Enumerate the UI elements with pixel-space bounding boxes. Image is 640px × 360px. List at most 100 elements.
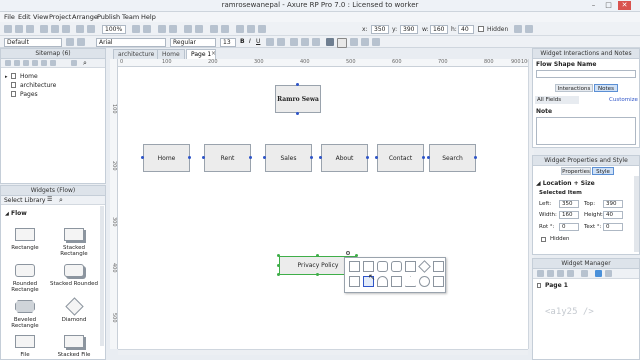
hidden-checkbox[interactable]	[541, 237, 546, 242]
w-input[interactable]: 160	[430, 25, 448, 34]
tab-interactions[interactable]: Interactions	[555, 84, 593, 92]
align-icon[interactable]	[210, 25, 218, 33]
delete-page-icon[interactable]	[71, 60, 77, 66]
top-input[interactable]: 390	[603, 200, 623, 208]
menu-edit[interactable]: Edit	[18, 13, 31, 21]
open-icon[interactable]	[15, 25, 23, 33]
shape-bracket[interactable]	[377, 276, 388, 287]
shape-ellipse[interactable]	[419, 276, 430, 287]
shape-picker-toggle[interactable]	[346, 251, 350, 255]
menu-publish[interactable]: Publish	[97, 13, 120, 21]
widget-rounded-rectangle[interactable]: Rounded Rectangle	[1, 264, 49, 293]
align-center-icon[interactable]	[301, 38, 309, 46]
close-icon[interactable]: ✕	[618, 1, 631, 10]
move-up-icon[interactable]	[557, 270, 564, 277]
library-menu-icon[interactable]: ☰	[47, 196, 52, 203]
line-pattern-icon[interactable]	[361, 38, 369, 46]
outdent-icon[interactable]	[50, 60, 56, 66]
distribute-icon[interactable]	[221, 25, 229, 33]
x-input[interactable]: 350	[371, 25, 389, 34]
shape-stacked[interactable]	[363, 261, 374, 272]
bring-front-icon[interactable]	[184, 25, 192, 33]
widget-stacked-rounded[interactable]: Stacked Rounded	[50, 264, 98, 287]
menu-file[interactable]: File	[4, 13, 15, 21]
canvas-horizontal-scrollbar[interactable]	[118, 349, 528, 355]
shape-trapezoid[interactable]	[391, 276, 402, 287]
arrow-style-icon[interactable]	[372, 38, 380, 46]
save-icon[interactable]	[26, 25, 34, 33]
format-painter-icon[interactable]	[77, 38, 85, 46]
underline-icon[interactable]: U	[256, 38, 260, 45]
menu-help[interactable]: Help	[141, 13, 156, 21]
move-down-icon[interactable]	[32, 60, 38, 66]
shape-beveled[interactable]	[405, 261, 416, 272]
customize-link[interactable]: Customize	[609, 97, 638, 103]
paste-icon[interactable]	[62, 25, 70, 33]
publish-icon[interactable]	[258, 25, 266, 33]
width-input[interactable]: 160	[559, 211, 579, 219]
widgets-scrollbar[interactable]	[100, 206, 104, 346]
forward-icon[interactable]	[525, 25, 533, 33]
back-icon[interactable]	[514, 25, 522, 33]
tab-architecture[interactable]: architecture	[113, 49, 160, 59]
send-back-icon[interactable]	[195, 25, 203, 33]
sitemap-item-home[interactable]: Home	[20, 73, 38, 80]
fields-select[interactable]: All Fields	[535, 96, 579, 104]
widget-stacked-file[interactable]: Stacked File	[50, 335, 98, 358]
align-left-icon[interactable]	[290, 38, 298, 46]
new-icon[interactable]	[4, 25, 12, 33]
tab-style[interactable]: Style	[592, 167, 614, 175]
shape-stacked-rounded[interactable]	[391, 261, 402, 272]
group-icon[interactable]	[158, 25, 166, 33]
fill-color-icon[interactable]	[326, 38, 334, 46]
menu-project[interactable]: Project	[49, 13, 71, 21]
move-down-icon[interactable]	[567, 270, 574, 277]
undo-icon[interactable]	[76, 25, 84, 33]
shape-stacked-file[interactable]	[349, 276, 360, 287]
shape-triangle[interactable]	[405, 276, 416, 287]
y-input[interactable]: 390	[400, 25, 418, 34]
search-icon[interactable]: ⌕	[83, 59, 87, 68]
widget-rectangle[interactable]: Rectangle	[1, 228, 49, 251]
expand-icon[interactable]: ▸	[5, 74, 8, 80]
add-page-icon[interactable]	[5, 60, 11, 66]
select-mode-icon[interactable]	[132, 25, 140, 33]
text-color-icon[interactable]	[266, 38, 274, 46]
properties-scrollbar[interactable]	[634, 176, 639, 252]
align-right-icon[interactable]	[312, 38, 320, 46]
copy-icon[interactable]	[51, 25, 59, 33]
indent-icon[interactable]	[41, 60, 47, 66]
expand-all-icon[interactable]	[605, 270, 612, 277]
preview-icon[interactable]	[236, 25, 244, 33]
nav-contact[interactable]: Contact	[377, 144, 424, 172]
nav-home[interactable]: Home	[143, 144, 190, 172]
line-color-icon[interactable]	[337, 38, 347, 48]
widget-diamond[interactable]: Diamond	[50, 297, 98, 323]
shape-name-input[interactable]	[536, 70, 636, 78]
close-tab-icon[interactable]: ×	[211, 50, 216, 57]
height-input[interactable]: 40	[603, 211, 623, 219]
share-icon[interactable]	[247, 25, 255, 33]
delete-icon[interactable]	[581, 270, 588, 277]
widget-file[interactable]: File	[1, 335, 49, 358]
maximize-icon[interactable]: □	[602, 1, 615, 10]
design-canvas[interactable]: Ramro Sewa Home Rent Sales About Contact…	[118, 67, 528, 349]
font-select[interactable]: Arial	[96, 38, 166, 47]
widget-stacked-rectangle[interactable]: Stacked Rectangle	[50, 228, 98, 257]
bold-icon[interactable]: B	[240, 38, 245, 45]
nav-rent[interactable]: Rent	[204, 144, 251, 172]
shape-diamond[interactable]	[418, 260, 431, 273]
menu-team[interactable]: Team	[122, 13, 139, 21]
location-size-section[interactable]: ◢ Location + Size	[536, 180, 595, 187]
manager-page-item[interactable]: Page 1	[545, 282, 568, 289]
font-size-select[interactable]: 13	[220, 38, 236, 47]
hidden-checkbox[interactable]	[478, 26, 484, 32]
zoom-select[interactable]: 100%	[102, 25, 126, 34]
italic-icon[interactable]: I	[249, 38, 251, 45]
tab-home[interactable]: Home	[157, 49, 185, 59]
text-rotation-input[interactable]: 0	[603, 223, 623, 231]
style-select[interactable]: Default	[4, 38, 62, 47]
menu-arrange[interactable]: Arrange	[72, 13, 98, 21]
shape-rectangle[interactable]	[349, 261, 360, 272]
filter-icon[interactable]	[595, 270, 602, 277]
